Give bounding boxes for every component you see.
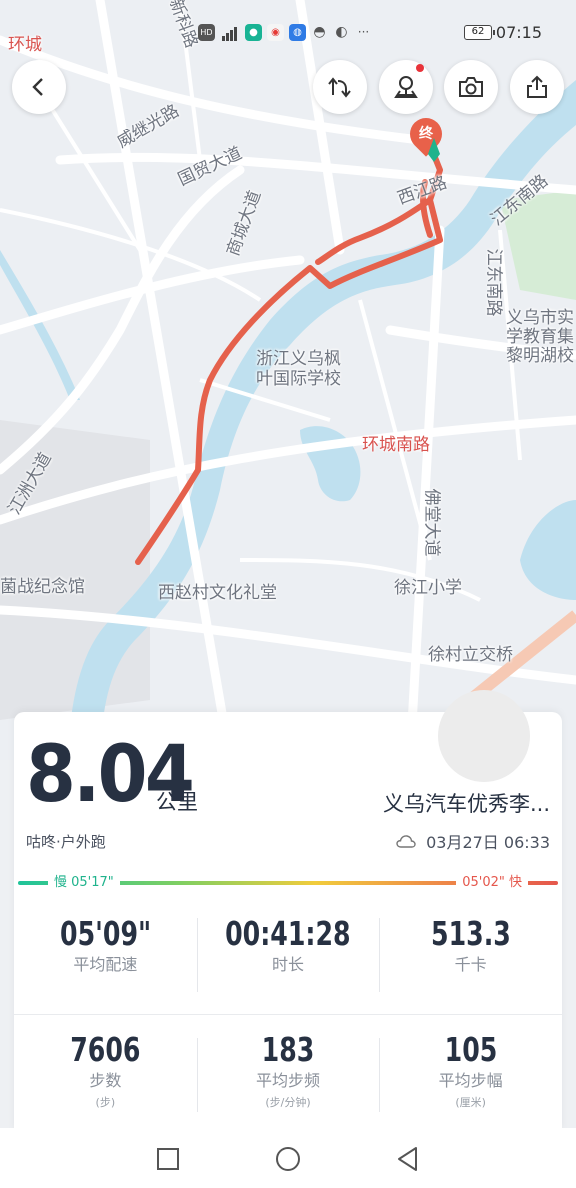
recent-apps-icon[interactable] bbox=[155, 1146, 181, 1172]
metric-value: 105 bbox=[444, 1030, 498, 1069]
metric-cadence: 183 平均步频 (步/分钟) bbox=[196, 1028, 380, 1118]
metric-label: 平均步频 bbox=[256, 1071, 321, 1090]
camera-icon bbox=[459, 77, 483, 97]
metric-avg-pace: 05'09" 平均配速 bbox=[14, 912, 197, 994]
metric-label: 步数 bbox=[89, 1071, 122, 1090]
metric-label: 平均步幅 bbox=[438, 1071, 503, 1090]
home-icon[interactable] bbox=[275, 1146, 301, 1172]
map-label: 佛堂大道 bbox=[421, 488, 442, 557]
metric-unit: (步) bbox=[95, 1096, 116, 1109]
metric-value: 183 bbox=[261, 1030, 315, 1069]
metric-duration: 00:41:28 时长 bbox=[196, 912, 380, 994]
wechat-icon: ◓ bbox=[313, 24, 326, 40]
metric-unit: (厘米) bbox=[455, 1096, 486, 1109]
metric-value: 05'09" bbox=[59, 914, 151, 953]
metric-unit: (步/分钟) bbox=[265, 1096, 311, 1109]
metric-steps: 7606 步数 (步) bbox=[14, 1028, 197, 1118]
metrics-row-secondary: 7606 步数 (步) 183 平均步频 (步/分钟) 105 平均步幅 (厘米… bbox=[14, 1028, 562, 1118]
map-label: 徐村立交桥 bbox=[428, 645, 513, 665]
distance-unit: 公里 bbox=[156, 790, 198, 814]
route-swap-icon bbox=[328, 77, 351, 98]
metric-value: 7606 bbox=[70, 1030, 141, 1069]
location-button[interactable] bbox=[379, 60, 433, 114]
run-date: 03月27日 06:33 bbox=[426, 833, 550, 852]
metric-value: 513.3 bbox=[430, 914, 511, 953]
notification-dot bbox=[416, 64, 424, 72]
date-info: 03月27日 06:33 bbox=[396, 829, 550, 853]
share-icon bbox=[527, 75, 547, 98]
pace-gradient-bar: 慢 05'17" 05'02" 快 bbox=[18, 872, 558, 894]
map-label: 江东南路 bbox=[483, 248, 504, 317]
qq-icon: ◍ bbox=[289, 24, 306, 41]
location-pin-icon bbox=[394, 76, 418, 98]
metrics-row-primary: 05'09" 平均配速 00:41:28 时长 513.3 千卡 bbox=[14, 912, 562, 994]
map-label: 菌战纪念馆 bbox=[0, 577, 85, 597]
share-button[interactable] bbox=[510, 60, 564, 114]
end-marker-tail bbox=[428, 138, 440, 162]
signal-icon bbox=[222, 26, 237, 41]
status-time: 07:15 bbox=[495, 23, 542, 42]
run-summary-card: 8.04 公里 义乌汽车优秀李... 咕咚·户外跑 03月27日 06:33 慢… bbox=[14, 690, 562, 1132]
cloud-icon bbox=[396, 835, 416, 848]
activity-type: 咕咚·户外跑 bbox=[26, 833, 106, 851]
map-label: 环城南路 bbox=[362, 435, 430, 455]
status-bar: HD ● ◉ ◍ ◓ ◐ ··· 62 07:15 bbox=[0, 18, 576, 50]
app-icon: ◐ bbox=[335, 24, 348, 40]
system-nav-bar bbox=[0, 1128, 576, 1188]
map-label: 黎明湖校 bbox=[506, 346, 574, 366]
wechat-work-icon: ● bbox=[245, 24, 262, 41]
metric-value: 00:41:28 bbox=[225, 914, 351, 953]
status-icons: HD ● ◉ ◍ ◓ ◐ ··· bbox=[198, 24, 372, 41]
weibo-icon: ◉ bbox=[267, 24, 284, 41]
more-icon: ··· bbox=[357, 25, 370, 39]
metric-stride: 105 平均步幅 (厘米) bbox=[379, 1028, 562, 1118]
metric-calories: 513.3 千卡 bbox=[379, 912, 562, 994]
battery-icon: 62 bbox=[464, 25, 495, 40]
route-name[interactable]: 义乌汽车优秀李... bbox=[383, 788, 550, 818]
pace-fast-label: 05'02" 快 bbox=[456, 872, 528, 894]
hd-icon: HD bbox=[198, 24, 215, 41]
map-label: 叶国际学校 bbox=[256, 369, 341, 389]
camera-button[interactable] bbox=[444, 60, 498, 114]
back-button[interactable] bbox=[12, 60, 66, 114]
back-triangle-icon[interactable] bbox=[395, 1146, 421, 1172]
metric-label: 千卡 bbox=[454, 955, 487, 974]
map-label: 徐江小学 bbox=[394, 578, 462, 598]
route-toggle-button[interactable] bbox=[313, 60, 367, 114]
card-divider bbox=[14, 1014, 562, 1015]
map-label: 西赵村文化礼堂 bbox=[158, 583, 277, 603]
pace-slow-label: 慢 05'17" bbox=[48, 872, 120, 894]
avatar[interactable] bbox=[438, 690, 530, 782]
metric-label: 时长 bbox=[272, 955, 305, 974]
metric-label: 平均配速 bbox=[73, 955, 138, 974]
chevron-left-icon bbox=[32, 78, 43, 96]
route-map[interactable]: 环城 新科路 威继光路 国贸大道 商城大道 西江路 江东南路 江东南路 义乌市实… bbox=[0, 0, 576, 760]
